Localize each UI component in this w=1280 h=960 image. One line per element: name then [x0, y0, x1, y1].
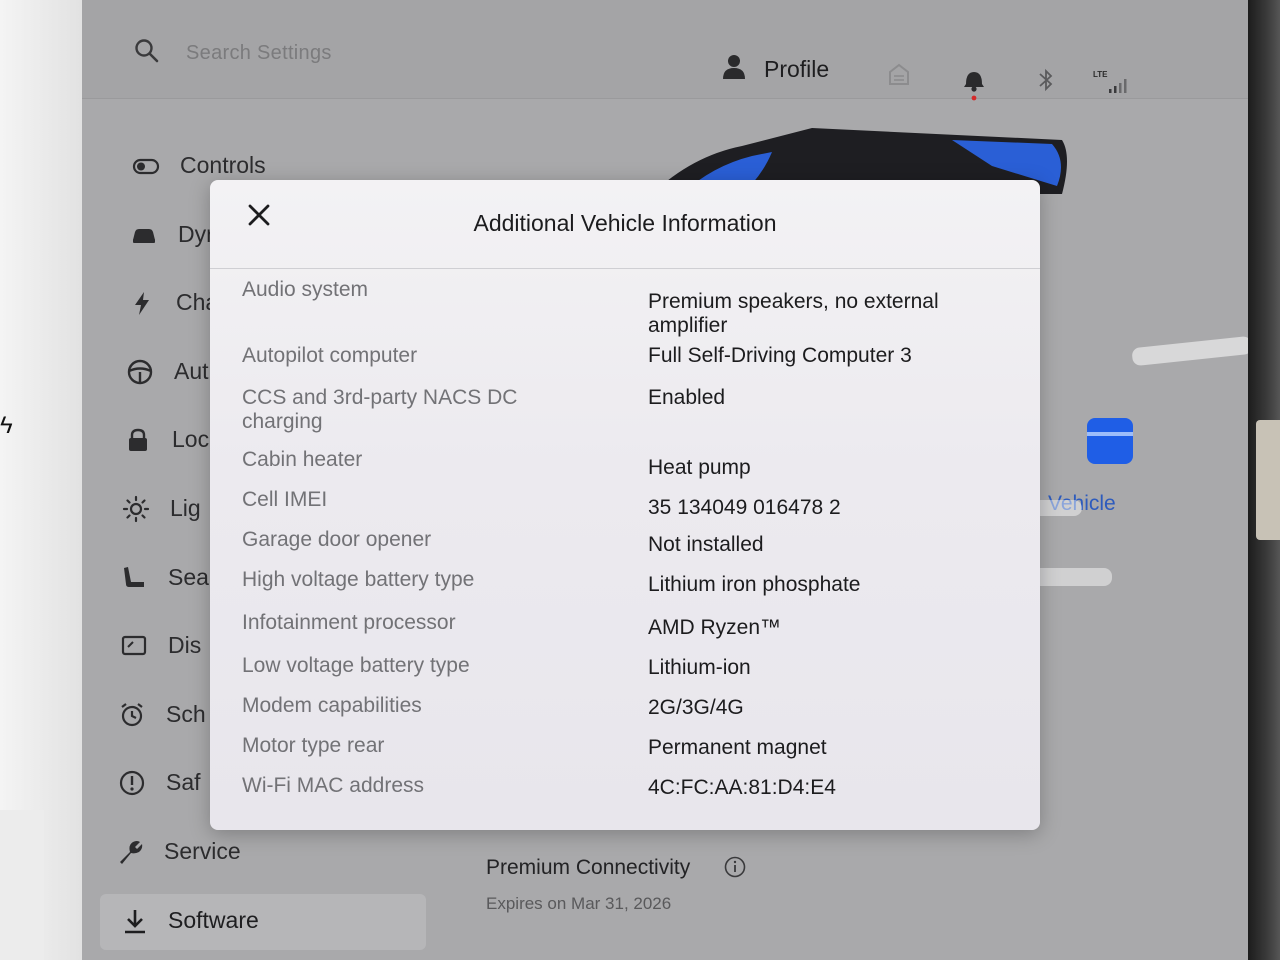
garage-icon[interactable]	[888, 62, 910, 86]
info-value: 2G/3G/4G	[648, 696, 744, 719]
info-value: Lithium iron phosphate	[648, 573, 861, 596]
top-bar: Search Settings Profile LTE	[82, 0, 1248, 102]
bolt-icon	[135, 292, 149, 315]
info-key: Motor type rear	[242, 734, 385, 757]
vehicle-model-icon	[1087, 418, 1133, 464]
sidebar-item-label: Aut	[174, 358, 209, 384]
vehicle-info-modal: Additional Vehicle Information Audio sys…	[210, 180, 1040, 830]
charging-bolt-icon: ϟ	[0, 412, 13, 439]
sidebar-item-label: Lig	[170, 495, 201, 521]
info-key: Cabin heater	[242, 448, 363, 471]
modal-header: Additional Vehicle Information	[210, 180, 1040, 269]
info-key: High voltage battery type	[242, 568, 475, 591]
expiry-date: Expires on Mar 31, 2026	[486, 894, 672, 913]
signal-icon	[1109, 79, 1127, 93]
sidebar-item-label: Software	[168, 907, 259, 933]
profile-button[interactable]: Profile	[764, 56, 829, 83]
sidebar-item-label: Sch	[166, 701, 206, 727]
sun-icon	[122, 495, 150, 523]
sidebar-item-label: Dyr	[178, 221, 214, 247]
sidebar-item-label: Dis	[168, 632, 202, 658]
bezel-left: ϟ	[0, 0, 82, 960]
bell-icon[interactable]	[962, 66, 986, 102]
bezel-dock	[0, 810, 44, 960]
search-icon[interactable]	[134, 38, 160, 64]
sidebar-item-label: Saf	[166, 769, 201, 795]
seat-icon	[124, 567, 144, 587]
info-key: Cell IMEI	[242, 488, 328, 511]
alert-circle-icon	[119, 770, 145, 796]
bezel-right	[1248, 0, 1280, 960]
bluetooth-icon[interactable]	[1036, 68, 1056, 92]
info-value: 4C:FC:AA:81:D4:E4	[648, 776, 836, 799]
info-key: Low voltage battery type	[242, 654, 470, 677]
info-icon[interactable]	[724, 856, 746, 878]
sidebar-item-label: Controls	[180, 152, 266, 178]
info-key: Wi-Fi MAC address	[242, 774, 425, 797]
modal-title: Additional Vehicle Information	[473, 210, 777, 236]
sidebar-item-software[interactable]: Software	[100, 894, 426, 950]
info-key: Garage door opener	[242, 528, 432, 551]
sidebar-item-label: Service	[164, 838, 241, 864]
info-key: Modem capabilities	[242, 694, 422, 717]
alarm-clock-icon	[121, 703, 143, 727]
touchscreen: Search Settings Profile LTE Controls Dyr…	[82, 0, 1248, 960]
bezel-edge	[1256, 420, 1280, 540]
toggle-icon	[132, 158, 160, 175]
info-value: Heat pump	[648, 456, 751, 479]
sidebar-item-label: Sea	[168, 564, 209, 590]
wrench-icon	[120, 841, 143, 864]
display-icon	[121, 635, 147, 656]
info-value: Not installed	[648, 533, 764, 556]
search-input[interactable]: Search Settings	[186, 42, 332, 65]
download-icon	[125, 910, 145, 934]
glare	[1131, 335, 1248, 367]
lock-icon	[129, 428, 147, 451]
info-key: Audio system	[242, 278, 369, 301]
steering-wheel-icon	[127, 359, 153, 385]
info-value: 35 134049 016478 2	[648, 496, 841, 519]
profile-icon[interactable]	[722, 54, 746, 80]
info-value: AMD Ryzen™	[648, 616, 782, 639]
sidebar-item-label: Loc	[172, 426, 210, 452]
premium-connectivity-title: Premium Connectivity	[486, 856, 691, 879]
info-value: Full Self-Driving Computer 3	[648, 344, 912, 367]
info-value: Permanent magnet	[648, 736, 827, 759]
info-value: Enabled	[648, 386, 726, 409]
sidebar-item-service[interactable]: Service	[96, 832, 416, 872]
lte-label: LTE	[1093, 70, 1108, 79]
info-value: Lithium-ion	[648, 656, 751, 679]
info-value: Premium speakers, no external amplifier	[648, 290, 939, 337]
info-key: CCS and 3rd-party NACS DC charging	[242, 386, 518, 433]
car-icon	[133, 229, 155, 243]
info-key: Autopilot computer	[242, 344, 418, 367]
info-key: Infotainment processor	[242, 611, 456, 634]
